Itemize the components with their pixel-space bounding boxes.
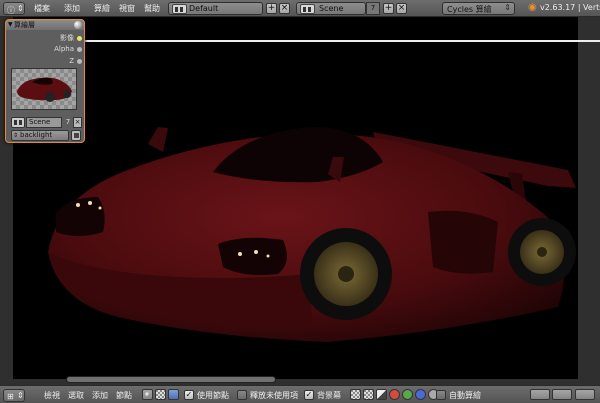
- channel-red-button[interactable]: [389, 389, 400, 400]
- chevron-updown-icon: ⇕: [504, 3, 511, 12]
- car-thumbnail-image: [17, 77, 72, 102]
- free-unused-checkbox[interactable]: [237, 390, 247, 400]
- scene-name: Scene: [319, 4, 344, 13]
- info-header: ⓘ ⇕ 檔案 添加 算繪 視窗 幫助 Default + × Scene 7 +…: [0, 0, 600, 17]
- menu-add[interactable]: 添加: [92, 390, 108, 401]
- backdrop-image: [13, 17, 578, 379]
- chevron-updown-icon: ⇕: [17, 4, 24, 13]
- menu-help[interactable]: 幫助: [144, 3, 160, 14]
- channel-green-button[interactable]: [402, 389, 413, 400]
- snap-button[interactable]: [575, 389, 595, 400]
- socket-dot-icon[interactable]: [77, 46, 82, 52]
- horizontal-scrollbar[interactable]: [66, 376, 276, 383]
- menu-window[interactable]: 視窗: [119, 3, 135, 14]
- collapse-triangle-icon[interactable]: ▼: [8, 21, 13, 28]
- socket-dot-icon[interactable]: [77, 35, 82, 41]
- render-layer-button[interactable]: [71, 130, 81, 141]
- menu-file[interactable]: 檔案: [34, 3, 50, 14]
- delete-scene-button[interactable]: ×: [396, 3, 407, 14]
- version-stats: v2.63.17 | Verts:3: [540, 3, 600, 12]
- backdrop-checkbox[interactable]: ✓: [304, 390, 314, 400]
- menu-render[interactable]: 算繪: [94, 3, 110, 14]
- screen-layout-name: Default: [189, 4, 219, 13]
- backdrop-label: 背景幕: [317, 391, 341, 400]
- socket-label: 影像: [60, 34, 74, 42]
- auto-render-label: 自動算繪: [449, 391, 481, 400]
- socket-image[interactable]: 影像: [60, 33, 82, 43]
- node-header[interactable]: ▼ 算繪層: [6, 20, 84, 30]
- car-render-image: [48, 127, 576, 342]
- scene-users-count: 7: [366, 2, 380, 15]
- backdrop-alpha-button[interactable]: [363, 389, 374, 400]
- socket-alpha[interactable]: Alpha: [54, 45, 82, 53]
- compositing-nodes-button[interactable]: [168, 389, 179, 400]
- auto-render-checkbox[interactable]: [436, 390, 446, 400]
- free-unused-label: 釋放未使用項: [250, 391, 298, 400]
- chevron-updown-icon: ⇕: [13, 132, 19, 139]
- chevron-updown-icon: ⇕: [17, 391, 24, 400]
- node-preview-icon[interactable]: [74, 21, 82, 29]
- texture-nodes-button[interactable]: [155, 389, 166, 400]
- delete-screen-button[interactable]: ×: [279, 3, 290, 14]
- use-nodes-label: 使用節點: [197, 391, 229, 400]
- use-nodes-checkbox[interactable]: ✓: [184, 390, 194, 400]
- socket-z[interactable]: Z: [69, 57, 82, 65]
- info-icon: ⓘ: [7, 6, 15, 15]
- menu-node[interactable]: 節點: [116, 390, 132, 401]
- channel-blue-button[interactable]: [415, 389, 426, 400]
- socket-label: Z: [69, 57, 74, 65]
- node-preview-thumbnail: [11, 68, 77, 110]
- node-scene-selector[interactable]: Scene 7 ×: [11, 117, 82, 128]
- unlink-scene-button[interactable]: ×: [73, 117, 82, 128]
- screen-layout-selector[interactable]: Default: [168, 2, 263, 15]
- node-scene-users: 7: [65, 118, 71, 126]
- camera-icon: [74, 133, 79, 138]
- blender-logo-icon: ◉: [528, 2, 537, 13]
- paste-button[interactable]: [552, 389, 572, 400]
- menu-select[interactable]: 選取: [68, 390, 84, 401]
- node-link-image: [83, 40, 600, 42]
- node-editor-icon: ⊞: [7, 392, 14, 401]
- render-layer-value: backlight: [20, 131, 53, 139]
- layout-icon: [172, 4, 187, 14]
- menu-add[interactable]: 添加: [64, 3, 80, 14]
- node-scene-name[interactable]: Scene: [26, 117, 62, 128]
- scene-icon: [11, 117, 25, 128]
- backdrop-rgb-button[interactable]: [350, 389, 361, 400]
- scene-selector[interactable]: Scene: [296, 2, 366, 15]
- editor-type-button[interactable]: ⓘ ⇕: [3, 2, 25, 15]
- node-editor-viewport[interactable]: ▼ 算繪層 影像 Alpha Z Scene 7 × ⇕ backlight: [0, 17, 600, 385]
- add-screen-button[interactable]: +: [266, 3, 277, 14]
- node-editor-header: ⊞ ⇕ 檢視 選取 添加 節點 ✓ 使用節點 釋放未使用項 ✓ 背景幕 自動算繪: [0, 385, 600, 403]
- copy-button[interactable]: [530, 389, 550, 400]
- render-layer-select[interactable]: ⇕ backlight: [11, 130, 69, 141]
- shader-nodes-button[interactable]: [142, 389, 153, 400]
- editor-type-button[interactable]: ⊞ ⇕: [3, 389, 25, 402]
- add-scene-button[interactable]: +: [383, 3, 394, 14]
- socket-dot-icon[interactable]: [77, 58, 82, 64]
- menu-view[interactable]: 檢視: [44, 390, 60, 401]
- backdrop-rgba-button[interactable]: [376, 389, 387, 400]
- node-title: 算繪層: [14, 21, 35, 29]
- render-engine-value: Cycles 算繪: [447, 5, 492, 14]
- scene-icon: [300, 4, 315, 14]
- render-engine-select[interactable]: Cycles 算繪 ⇕: [442, 2, 515, 15]
- render-layers-node[interactable]: ▼ 算繪層 影像 Alpha Z Scene 7 × ⇕ backlight: [5, 19, 85, 143]
- socket-label: Alpha: [54, 45, 74, 53]
